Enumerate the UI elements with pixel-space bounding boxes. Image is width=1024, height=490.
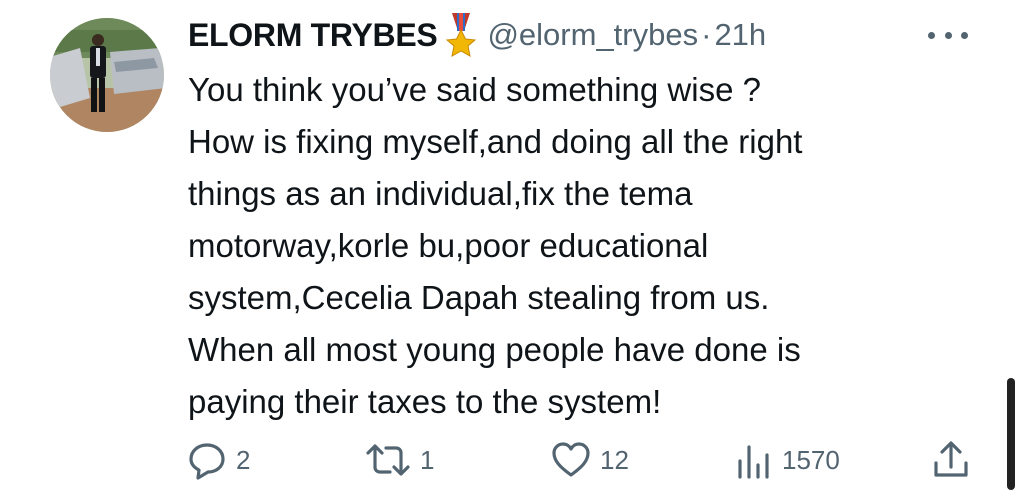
retweet-icon [364, 439, 412, 481]
tweet-line: motorway,korle bu,poor educational [188, 227, 709, 264]
retweet-count: 1 [420, 444, 435, 475]
avatar[interactable] [50, 18, 164, 132]
tweet-line: system,Cecelia Dapah stealing from us. [188, 279, 770, 316]
timestamp[interactable]: 21h [714, 17, 766, 53]
tweet-line: paying their taxes to the system! [188, 383, 662, 420]
like-count: 12 [600, 444, 629, 475]
dot-icon [961, 31, 968, 39]
dot-icon [928, 31, 935, 39]
retweet-button[interactable]: 1 [364, 436, 434, 484]
heart-icon [550, 439, 592, 481]
scrollbar[interactable] [1007, 378, 1015, 490]
user-handle[interactable]: @elorm_trybes [487, 17, 698, 53]
reply-count: 2 [236, 444, 251, 475]
analytics-bars-icon [734, 439, 774, 481]
tweet-header: ELORM TRYBES @elorm_trybes · 21h [188, 12, 766, 58]
tweet-line: When all most young people have done is [188, 331, 801, 368]
views-button[interactable]: 1570 [734, 436, 840, 484]
view-count: 1570 [782, 444, 840, 475]
tweet-line: How is fixing myself,and doing all the r… [188, 123, 803, 160]
avatar-photo [50, 18, 164, 132]
share-button[interactable] [930, 436, 972, 484]
more-options-button[interactable] [924, 20, 972, 50]
tweet-actions: 2 1 12 1570 [186, 436, 986, 484]
like-button[interactable]: 12 [550, 436, 629, 484]
dot-icon [944, 31, 952, 39]
tweet-line: things as an individual,fix the tema [188, 175, 693, 212]
reply-button[interactable]: 2 [186, 436, 250, 484]
reply-icon [186, 439, 228, 481]
separator-dot: · [701, 17, 712, 52]
tweet-line: You think you’ve said something wise ? [188, 71, 761, 108]
military-medal-icon [445, 13, 477, 57]
display-name[interactable]: ELORM TRYBES [188, 17, 438, 54]
tweet-text: You think you’ve said something wise ? H… [188, 64, 978, 428]
share-icon [930, 439, 972, 481]
